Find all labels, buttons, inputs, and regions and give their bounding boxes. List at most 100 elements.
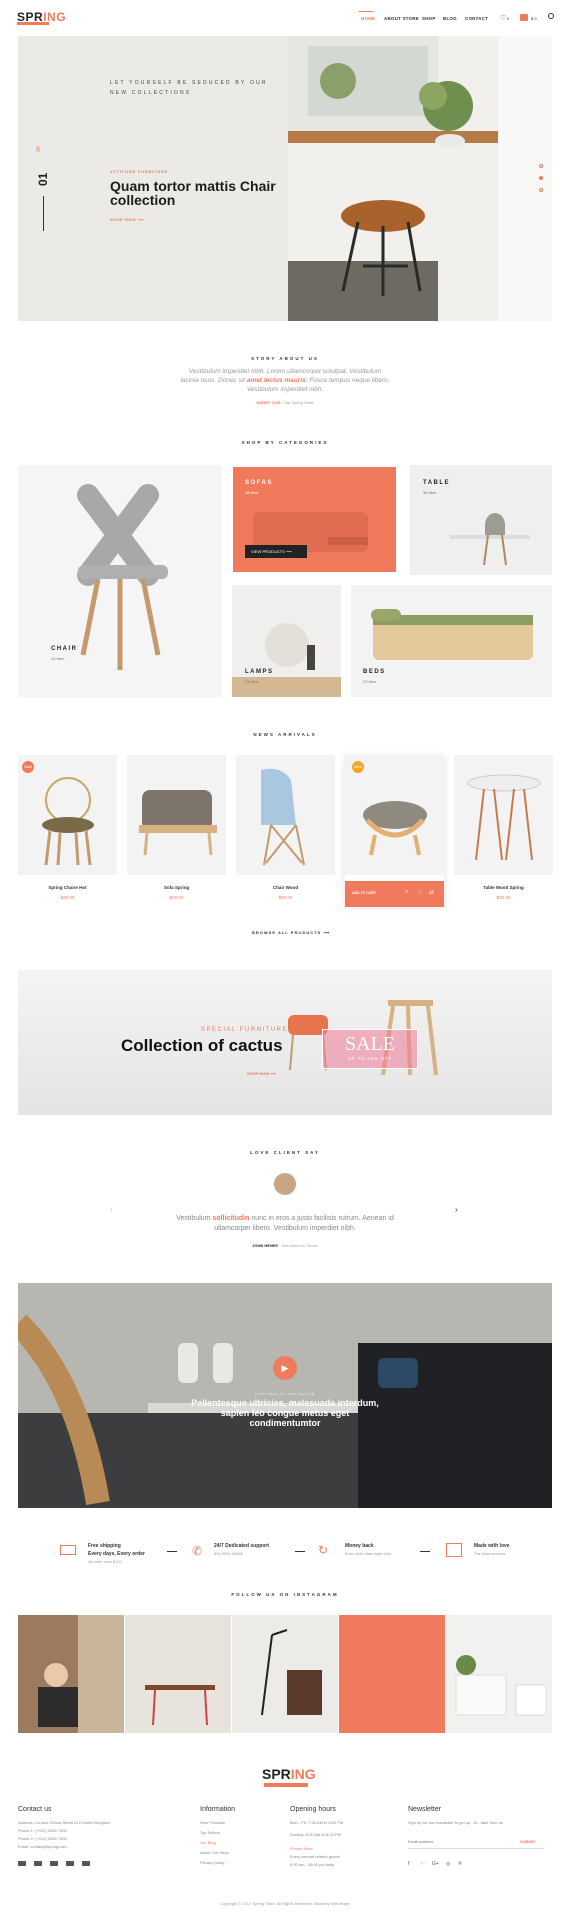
footer-newsletter-text: Sign up for our newsletter to get up - t… [408, 1820, 503, 1825]
twitter-icon[interactable]: ✓ [420, 1861, 424, 1867]
product-name[interactable]: Spring Chaire Hot [18, 885, 117, 890]
service-money-back: Money back Enim dictu diam eget eros [345, 1543, 391, 1556]
service-title: Free shipping [88, 1543, 121, 1549]
hero-shop-now-link[interactable]: SHOP NOW ⟶ [110, 217, 144, 222]
service-title: Money back [345, 1543, 374, 1549]
nav-about-store[interactable]: ABOUT STORE [384, 16, 419, 21]
hero-eyebrow: ATTITUDE FURNITURE [110, 169, 169, 174]
video-section: ▶ Interiors in the spring Pellentesque u… [18, 1283, 552, 1508]
video-title: Pellentesque ultricies, malesuada interd… [191, 1398, 379, 1428]
instagram-photo[interactable] [232, 1615, 338, 1733]
category-chair[interactable]: CHAIR 24 Item [18, 465, 222, 698]
footer-link[interactable]: About Our Shop [200, 1849, 229, 1857]
chair-illustration [77, 484, 168, 670]
footer-hours-heading: Opening hours [290, 1806, 336, 1813]
browse-all-products-link[interactable]: BROWSE ALL PRODUCTS ⟶ [252, 930, 330, 935]
story-text: Vestibulum imperdiet nibh. Lorem ullamco… [180, 367, 390, 394]
facebook-icon[interactable]: f [408, 1861, 409, 1867]
footer-logo-b: ING [290, 1766, 316, 1782]
compare-icon[interactable]: ⇄ [429, 889, 434, 896]
chevron-right-icon[interactable]: › [455, 1205, 458, 1214]
banner-eyebrow: SPECIAL FURNITURE [201, 1027, 288, 1033]
phone-icon: ✆ [192, 1544, 203, 1558]
testimonial-role: - Manufacturer Studio [278, 1243, 318, 1248]
product-name[interactable]: Sofa Spring [127, 885, 226, 890]
search-icon[interactable]: ⌕ [405, 889, 408, 896]
category-lamps[interactable]: LAMPS 21 Item [232, 585, 341, 697]
product-card-hovered[interactable]: New ADD TO CART ⌕ ♡ ⇄ [345, 755, 444, 907]
promo-banner: SPECIAL FURNITURE Collection of cactus S… [18, 970, 552, 1115]
instagram-icon[interactable]: ◎ [446, 1861, 450, 1867]
sale-badge: Sale [22, 761, 34, 773]
category-table[interactable]: TABLE 36 Item [410, 465, 552, 575]
product-card[interactable]: Table Wood Spring $20.00 [454, 755, 553, 905]
footer-logo[interactable]: SPRING [262, 1766, 316, 1782]
product-name[interactable]: Chair Wood [236, 885, 335, 890]
service-title: Made with love [474, 1543, 510, 1549]
table-wood-illustration [467, 774, 541, 861]
divider [295, 1551, 305, 1552]
view-products-button[interactable]: VIEW PRODUCTS ⟶ [245, 545, 307, 558]
paypal-icon [50, 1861, 58, 1866]
category-sofas-label: SOFAS [245, 480, 273, 486]
footer-link[interactable]: Privacy policy [200, 1859, 224, 1867]
product-actions-bar: ADD TO CART ⌕ ♡ ⇄ [345, 881, 444, 907]
nav-home[interactable]: HOME [361, 16, 375, 21]
hero-slide-number: 01 [36, 172, 50, 186]
product-card[interactable]: Sale Spring Chaire Hot $20.00 [18, 755, 117, 905]
banner-shop-now-link[interactable]: SHOP NOW ⟶ [247, 1071, 276, 1076]
footer-hours-note: 9:00 am - 08:00 pm daily [290, 1862, 335, 1867]
slider-dot[interactable] [539, 188, 543, 192]
hero-tagline: LET YOURSELF BE SEDUCED BY OUR NEW COLLE… [110, 80, 268, 96]
add-to-cart-button[interactable]: ADD TO CART [352, 891, 376, 895]
sale-text: SALE [345, 1033, 395, 1055]
instagram-photo[interactable] [125, 1615, 231, 1733]
chevron-left-icon[interactable]: ‹ [110, 1205, 113, 1214]
service-title: 24/7 Dedicated support [214, 1543, 270, 1549]
testimonial-text: Vestibulum sollicitudin nunc in eros a j… [170, 1214, 400, 1234]
product-card[interactable]: Chair Wood $20.00 [236, 755, 335, 905]
heart-icon[interactable]: ♡ [417, 889, 422, 896]
footer-link[interactable]: New Products [200, 1819, 225, 1827]
story-text-highlight: amet lectus mauris [246, 377, 306, 384]
instagram-photo[interactable] [446, 1615, 552, 1733]
search-icon[interactable] [548, 13, 554, 19]
footer-link[interactable]: Top Sellers [200, 1829, 220, 1837]
footer-link-active[interactable]: Our Blog [200, 1839, 216, 1847]
product-card[interactable]: Sofa Spring $20.00 [127, 755, 226, 905]
newsletter-submit-button[interactable]: SUBMIT [520, 1839, 535, 1844]
google-plus-icon[interactable]: G+ [432, 1861, 439, 1867]
category-beds[interactable]: BEDS 23 Item [351, 585, 552, 697]
category-sofas-count: 18 Item [245, 490, 259, 495]
heart-icon[interactable]: ♡ [500, 14, 506, 22]
instagram-photo[interactable] [18, 1615, 124, 1733]
instagram-photo[interactable] [339, 1615, 445, 1733]
ottoman-illustration [363, 801, 427, 856]
product-image [454, 755, 553, 875]
visa-icon [18, 1861, 26, 1866]
nav-contact[interactable]: CONTACT [465, 16, 488, 21]
copyright: Copyright © 2017 Spring Store. All Right… [220, 1901, 350, 1906]
footer-phone-1: Phone 1: (+012) 3456 7890 [18, 1828, 67, 1833]
play-button[interactable]: ▶ [273, 1356, 297, 1380]
slider-dot-active[interactable] [539, 176, 543, 180]
nav-shop[interactable]: SHOP [422, 16, 436, 21]
service-support: 24/7 Dedicated support 800 9000 00606 [214, 1543, 269, 1556]
view-products-label: VIEW PRODUCTS [251, 549, 285, 554]
bed-illustration [371, 609, 533, 660]
service-made-with-love: Made with love The best services [474, 1543, 510, 1556]
footer-hours-line: Mon - Fri: 7:30 AM to 8:00 PM [290, 1820, 344, 1825]
category-table-count: 36 Item [423, 490, 437, 495]
category-sofas[interactable]: SOFAS 18 Item VIEW PRODUCTS ⟶ [233, 467, 396, 572]
testimonial-name: JOHN HENRY [252, 1243, 279, 1248]
service-free-shipping: Free shipping Every days, Every order All … [88, 1543, 145, 1564]
photo-kitchen [446, 1615, 552, 1733]
nav-blog[interactable]: BLOG [443, 16, 457, 21]
product-name[interactable]: Table Wood Spring [454, 885, 553, 890]
pinterest-icon[interactable]: ℗ [458, 1861, 462, 1867]
cart-icon[interactable] [520, 14, 528, 21]
refresh-icon: ↻ [318, 1543, 329, 1557]
hero-title: Quam tortor mattis Chair collection [110, 178, 276, 208]
slider-dot[interactable] [539, 164, 543, 168]
chair-wood-illustration [261, 768, 305, 866]
